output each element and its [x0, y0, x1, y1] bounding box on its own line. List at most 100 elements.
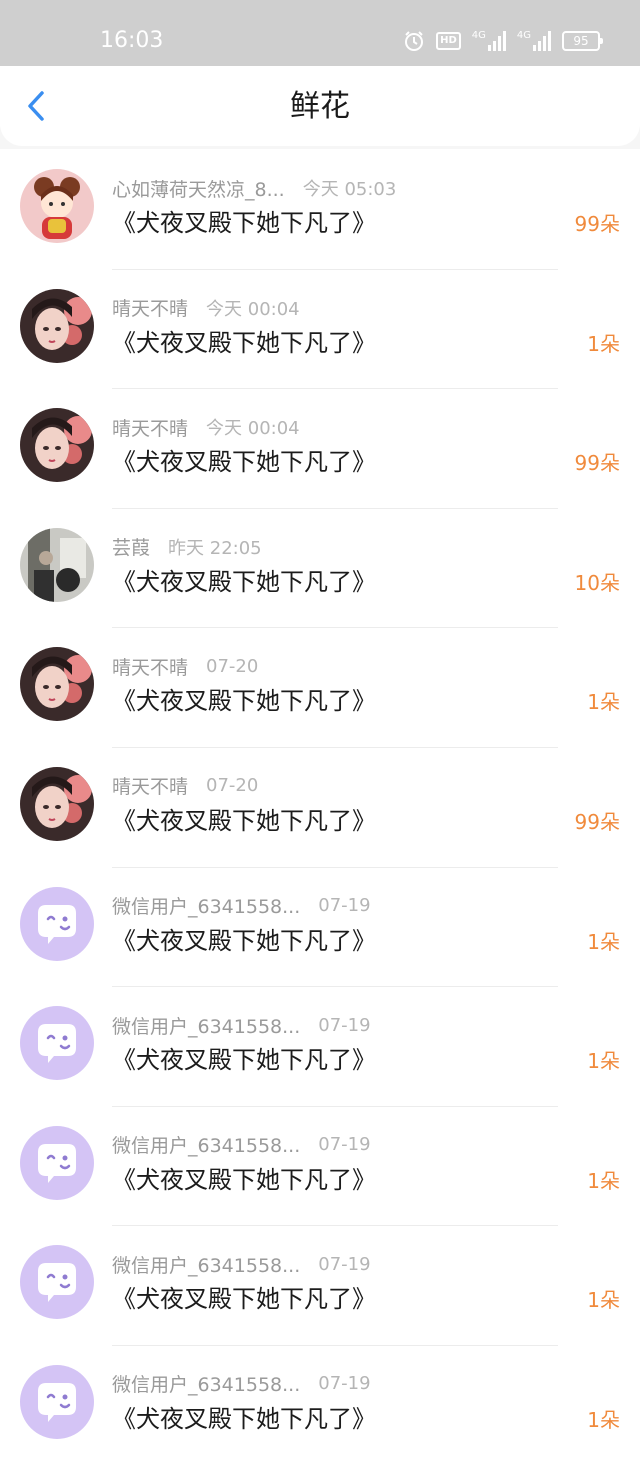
- avatar[interactable]: [20, 1125, 94, 1200]
- avatar[interactable]: [20, 886, 94, 961]
- user-name[interactable]: 晴天不晴: [112, 772, 188, 799]
- avatar[interactable]: [20, 1364, 94, 1439]
- book-title: 《犬夜叉殿下她下凡了》: [112, 448, 376, 477]
- item-meta: 微信用户_6341558... 07-19: [112, 1251, 371, 1277]
- book-title: 《犬夜叉殿下她下凡了》: [112, 687, 376, 716]
- flower-count: 1朵: [587, 929, 620, 954]
- book-title: 《犬夜叉殿下她下凡了》: [112, 328, 376, 357]
- status-icons: HD 4G 4G 95: [403, 27, 603, 55]
- user-name[interactable]: 微信用户_6341558...: [112, 1012, 300, 1039]
- avatar-girl-portrait-icon: [20, 288, 94, 363]
- timestamp: 07-19: [318, 1253, 371, 1275]
- list-item[interactable]: 心如薄荷天然凉_8... 今天 05:03 《犬夜叉殿下她下凡了》 99朵: [0, 149, 640, 269]
- book-title: 《犬夜叉殿下她下凡了》: [112, 1285, 376, 1314]
- timestamp: 07-19: [318, 1134, 371, 1156]
- avatar[interactable]: [20, 288, 94, 363]
- avatar[interactable]: [20, 408, 94, 483]
- avatar[interactable]: [20, 766, 94, 841]
- book-title: 《犬夜叉殿下她下凡了》: [112, 926, 376, 955]
- avatar-girl-portrait-icon: [20, 408, 94, 483]
- nav-bar: 鲜花: [0, 66, 640, 146]
- user-name[interactable]: 微信用户_6341558...: [112, 1370, 300, 1397]
- item-meta: 微信用户_6341558... 07-19: [112, 1012, 371, 1038]
- flower-list: 心如薄荷天然凉_8... 今天 05:03 《犬夜叉殿下她下凡了》 99朵 晴天不晴 今天…: [0, 149, 640, 1465]
- user-name[interactable]: 晴天不晴: [112, 294, 188, 321]
- flower-count: 1朵: [587, 1407, 620, 1432]
- list-item[interactable]: 微信用户_6341558... 07-19 《犬夜叉殿下她下凡了》 1朵: [0, 866, 640, 987]
- avatar-girl-portrait-icon: [20, 647, 94, 722]
- avatar[interactable]: [20, 1006, 94, 1081]
- item-meta: 芸葭 昨天 22:05: [112, 534, 262, 560]
- status-bar: 16:03 HD 4G 4G 95: [0, 0, 640, 66]
- list-item[interactable]: 晴天不晴 今天 00:04 《犬夜叉殿下她下凡了》 1朵: [0, 268, 640, 389]
- timestamp: 07-20: [206, 655, 259, 677]
- item-meta: 晴天不晴 07-20: [112, 773, 258, 799]
- flower-count: 1朵: [587, 331, 620, 356]
- item-meta: 微信用户_6341558... 07-19: [112, 1132, 371, 1158]
- flower-count: 99朵: [574, 212, 620, 236]
- avatar-default-icon: [20, 1245, 94, 1320]
- avatar-photo-icon: [20, 527, 94, 602]
- item-meta: 心如薄荷天然凉_8... 今天 05:03: [112, 175, 396, 201]
- book-title: 《犬夜叉殿下她下凡了》: [112, 1165, 376, 1194]
- list-item[interactable]: 微信用户_6341558... 07-19 《犬夜叉殿下她下凡了》 1朵: [0, 1344, 640, 1465]
- user-name[interactable]: 微信用户_6341558...: [112, 1251, 300, 1278]
- timestamp: 07-19: [318, 1014, 371, 1036]
- avatar-default-icon: [20, 1006, 94, 1081]
- timestamp: 今天 00:04: [206, 298, 300, 320]
- timestamp: 今天 00:04: [206, 418, 300, 440]
- avatar-girl-cartoon-icon: [20, 169, 94, 243]
- book-title: 《犬夜叉殿下她下凡了》: [112, 567, 376, 596]
- user-name[interactable]: 晴天不晴: [112, 653, 188, 680]
- book-title: 《犬夜叉殿下她下凡了》: [112, 209, 376, 237]
- flower-count: 1朵: [587, 690, 620, 715]
- avatar-girl-portrait-icon: [20, 766, 94, 841]
- book-title: 《犬夜叉殿下她下凡了》: [112, 1404, 376, 1433]
- avatar[interactable]: [20, 647, 94, 722]
- user-name[interactable]: 心如薄荷天然凉_8...: [112, 175, 285, 202]
- avatar-default-icon: [20, 1125, 94, 1200]
- user-name[interactable]: 微信用户_6341558...: [112, 892, 300, 919]
- list-item[interactable]: 晴天不晴 07-20 《犬夜叉殿下她下凡了》 1朵: [0, 627, 640, 747]
- timestamp: 07-19: [318, 895, 371, 917]
- avatar[interactable]: [20, 527, 94, 602]
- page-title: 鲜花: [290, 89, 350, 124]
- battery-icon: 95: [562, 31, 603, 51]
- flower-count: 1朵: [587, 1168, 620, 1193]
- user-name[interactable]: 微信用户_6341558...: [112, 1131, 300, 1158]
- user-name[interactable]: 晴天不晴: [112, 414, 188, 441]
- item-meta: 微信用户_6341558... 07-19: [112, 893, 371, 919]
- list-item[interactable]: 微信用户_6341558... 07-19 《犬夜叉殿下她下凡了》 1朵: [0, 986, 640, 1106]
- signal-icon: 4G: [517, 31, 551, 51]
- timestamp: 07-19: [318, 1373, 371, 1395]
- status-time: 16:03: [100, 28, 164, 53]
- avatar[interactable]: [20, 1245, 94, 1320]
- avatar[interactable]: [20, 169, 94, 243]
- flower-count: 1朵: [587, 1288, 620, 1313]
- item-meta: 晴天不晴 07-20: [112, 653, 258, 679]
- network-type-label: 4G: [516, 30, 531, 41]
- list-item[interactable]: 晴天不晴 今天 00:04 《犬夜叉殿下她下凡了》 99朵: [0, 388, 640, 508]
- book-title: 《犬夜叉殿下她下凡了》: [112, 1046, 376, 1075]
- list-item[interactable]: 微信用户_6341558... 07-19 《犬夜叉殿下她下凡了》 1朵: [0, 1105, 640, 1226]
- avatar-default-icon: [20, 886, 94, 961]
- signal-icon: 4G: [472, 31, 506, 51]
- list-item[interactable]: 晴天不晴 07-20 《犬夜叉殿下她下凡了》 99朵: [0, 746, 640, 867]
- timestamp: 昨天 22:05: [168, 537, 262, 559]
- alarm-icon: [403, 30, 425, 52]
- item-meta: 晴天不晴 今天 00:04: [112, 295, 300, 321]
- flower-count: 1朵: [587, 1049, 620, 1074]
- flower-count: 99朵: [574, 809, 620, 834]
- flower-count: 10朵: [574, 570, 620, 595]
- item-meta: 微信用户_6341558... 07-19: [112, 1371, 371, 1397]
- timestamp: 今天 05:03: [302, 179, 397, 200]
- flower-count: 99朵: [574, 451, 620, 476]
- book-title: 《犬夜叉殿下她下凡了》: [112, 806, 376, 835]
- avatar-default-icon: [20, 1364, 94, 1439]
- network-type-label: 4G: [471, 30, 486, 41]
- timestamp: 07-20: [206, 775, 259, 797]
- list-item[interactable]: 微信用户_6341558... 07-19 《犬夜叉殿下她下凡了》 1朵: [0, 1225, 640, 1345]
- user-name[interactable]: 芸葭: [112, 533, 150, 560]
- hd-icon: HD: [436, 32, 461, 50]
- list-item[interactable]: 芸葭 昨天 22:05 《犬夜叉殿下她下凡了》 10朵: [0, 507, 640, 628]
